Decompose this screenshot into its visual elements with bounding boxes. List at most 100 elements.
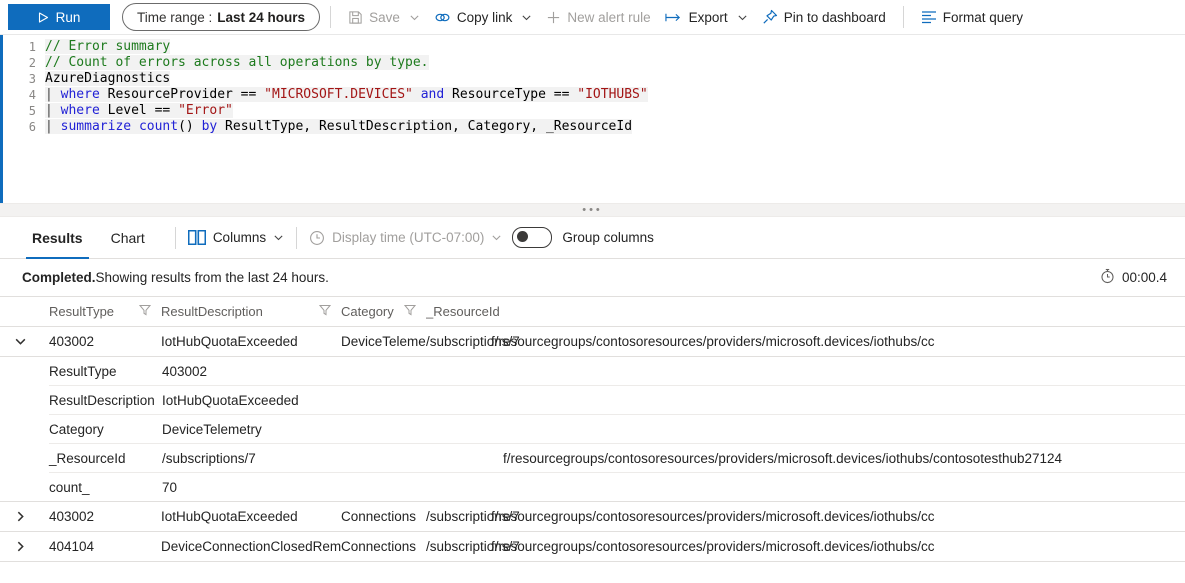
detail-value: IotHubQuotaExceeded xyxy=(162,393,299,408)
column-header-resultdescription[interactable]: ResultDescription xyxy=(161,304,341,319)
time-range-picker[interactable]: Time range : Last 24 hours xyxy=(122,3,320,31)
code-line: 3 AzureDiagnostics xyxy=(3,71,1185,87)
line-number: 3 xyxy=(3,71,45,87)
play-icon xyxy=(38,12,49,23)
detail-value-tail: f/resourcegroups/contosoresources/provid… xyxy=(503,451,1062,466)
column-header-label: Category xyxy=(341,304,394,319)
query-editor[interactable]: 1 // Error summary 2 // Count of errors … xyxy=(0,35,1185,203)
line-number: 2 xyxy=(3,55,45,71)
pin-to-dashboard-label: Pin to dashboard xyxy=(784,10,886,25)
results-divider-1 xyxy=(175,227,176,249)
detail-value: 403002 xyxy=(162,364,207,379)
table-row[interactable]: 404104 DeviceConnectionClosedRemotely Co… xyxy=(0,532,1185,562)
group-columns-toggle[interactable] xyxy=(512,227,552,248)
format-query-button[interactable]: Format query xyxy=(914,2,1030,32)
link-icon xyxy=(434,10,451,25)
run-button-label: Run xyxy=(56,10,81,25)
detail-row: count_ 70 xyxy=(49,473,1185,501)
detail-row: _ResourceId /subscriptions/7 f/resourceg… xyxy=(49,444,1185,473)
row-expander-collapse[interactable] xyxy=(14,335,49,348)
cell-resourceid: /subscriptions/7 f/resourcegroups/contos… xyxy=(426,539,1126,554)
group-columns-label: Group columns xyxy=(562,230,654,245)
display-time-button[interactable]: Display time (UTC-07:00) xyxy=(309,230,502,246)
pane-splitter[interactable]: ••• xyxy=(0,203,1185,217)
save-button[interactable]: Save xyxy=(341,2,427,32)
cell-resultdescription: IotHubQuotaExceeded xyxy=(161,509,341,524)
save-label: Save xyxy=(369,10,400,25)
code-line-text: // Error summary xyxy=(45,39,170,55)
row-detail-panel: ResultType 403002 ResultDescription IotH… xyxy=(0,357,1185,502)
new-alert-rule-label: New alert rule xyxy=(567,10,650,25)
group-columns-label-wrap[interactable]: Group columns xyxy=(562,230,654,245)
detail-key: ResultDescription xyxy=(49,393,162,408)
tab-results[interactable]: Results xyxy=(22,217,93,259)
column-header-label: ResultDescription xyxy=(161,304,263,319)
column-header-resourceid[interactable]: _ResourceId xyxy=(426,304,1126,319)
copy-link-label: Copy link xyxy=(457,10,513,25)
column-header-label: ResultType xyxy=(49,304,114,319)
chevron-down-icon xyxy=(491,232,502,243)
new-alert-rule-button[interactable]: New alert rule xyxy=(539,2,657,32)
tab-results-label: Results xyxy=(32,230,83,246)
cell-resourceid-tail: f/resourcegroups/contosoresources/provid… xyxy=(491,539,934,554)
chevron-down-icon xyxy=(737,12,748,23)
tab-chart[interactable]: Chart xyxy=(101,217,155,259)
cell-resourceid: /subscriptions/7 f/resourcegroups/contos… xyxy=(426,509,1126,524)
columns-icon xyxy=(188,230,206,245)
toggle-knob xyxy=(517,231,528,242)
code-line-text: | where Level == "Error" xyxy=(45,103,233,119)
detail-row: ResultType 403002 xyxy=(49,357,1185,386)
line-number: 6 xyxy=(3,119,45,135)
query-duration: 00:00.4 xyxy=(1100,268,1167,287)
table-row[interactable]: 403002 IotHubQuotaExceeded Connections /… xyxy=(0,502,1185,532)
filter-icon[interactable] xyxy=(319,304,341,319)
line-number: 1 xyxy=(3,39,45,55)
results-grid: ResultType ResultDescription Category _R… xyxy=(0,297,1185,562)
table-row[interactable]: 403002 IotHubQuotaExceeded DeviceTelemet… xyxy=(0,327,1185,357)
column-header-category[interactable]: Category xyxy=(341,304,426,319)
detail-value: DeviceTelemetry xyxy=(162,422,262,437)
cell-resultdescription: DeviceConnectionClosedRemotely xyxy=(161,539,341,554)
detail-row: Category DeviceTelemetry xyxy=(49,415,1185,444)
line-number: 4 xyxy=(3,87,45,103)
column-header-resulttype[interactable]: ResultType xyxy=(49,304,161,319)
code-line: 5 | where Level == "Error" xyxy=(3,103,1185,119)
cell-category: Connections xyxy=(341,509,426,524)
filter-icon[interactable] xyxy=(404,304,426,319)
cell-resulttype: 403002 xyxy=(49,509,161,524)
toolbar-divider-2 xyxy=(903,6,904,28)
export-label: Export xyxy=(689,10,728,25)
results-status-bar: Completed. Showing results from the last… xyxy=(0,259,1185,297)
row-expander-expand[interactable] xyxy=(14,510,49,523)
main-toolbar: Run Time range : Last 24 hours Save Copy… xyxy=(0,0,1185,35)
column-header-label: _ResourceId xyxy=(426,304,500,319)
cell-resulttype: 403002 xyxy=(49,334,161,349)
export-icon xyxy=(665,11,683,24)
results-tabbar: Results Chart Columns Display time (UTC-… xyxy=(0,217,1185,259)
run-button[interactable]: Run xyxy=(8,4,110,30)
pin-to-dashboard-button[interactable]: Pin to dashboard xyxy=(755,2,893,32)
chevron-down-icon xyxy=(521,12,532,23)
detail-row: ResultDescription IotHubQuotaExceeded xyxy=(49,386,1185,415)
status-message: Showing results from the last 24 hours. xyxy=(96,270,329,285)
row-expander-expand[interactable] xyxy=(14,540,49,553)
cell-resultdescription: IotHubQuotaExceeded xyxy=(161,334,341,349)
code-line-text: AzureDiagnostics xyxy=(45,71,170,87)
clock-icon xyxy=(309,230,325,246)
grid-header-row: ResultType ResultDescription Category _R… xyxy=(0,297,1185,327)
filter-icon[interactable] xyxy=(139,304,161,319)
columns-button[interactable]: Columns xyxy=(188,230,284,245)
detail-key: count_ xyxy=(49,480,162,495)
cell-resourceid-tail: f/resourcegroups/contosoresources/provid… xyxy=(491,334,934,349)
time-range-value: Last 24 hours xyxy=(217,10,305,25)
export-button[interactable]: Export xyxy=(658,2,755,32)
cell-resourceid: /subscriptions/7 f/resourcegroups/contos… xyxy=(426,334,1126,349)
tab-chart-label: Chart xyxy=(111,230,145,246)
stopwatch-icon xyxy=(1100,268,1115,287)
time-range-label: Time range : xyxy=(137,10,212,25)
detail-key: _ResourceId xyxy=(49,451,162,466)
copy-link-button[interactable]: Copy link xyxy=(427,2,540,32)
splitter-grip-icon: ••• xyxy=(582,208,603,212)
cell-resulttype: 404104 xyxy=(49,539,161,554)
query-duration-value: 00:00.4 xyxy=(1122,270,1167,285)
